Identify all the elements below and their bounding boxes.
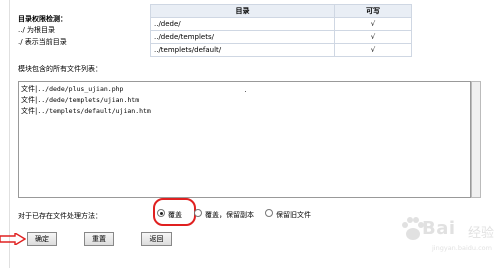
back-button[interactable]: 返回 xyxy=(141,232,172,246)
writable-status: √ xyxy=(334,30,412,44)
directory-permission-table: 目录 可写 ../dede/ √ ../dede/templets/ √ ../… xyxy=(150,4,412,57)
watermark-brand-suffix: 经验 xyxy=(468,226,495,241)
baidu-jingyan-watermark: Bai 经验 jingyan.baidu.com xyxy=(398,210,500,260)
column-header-writable: 可写 xyxy=(334,4,412,18)
permission-check-title: 目录权限检测： xyxy=(18,15,67,23)
table-header-row: 目录 可写 xyxy=(150,4,412,18)
directory-path: ../templets/default/ xyxy=(150,43,335,57)
option-overwrite-label: 覆盖 xyxy=(168,211,182,219)
table-row: ../templets/default/ √ xyxy=(150,43,412,57)
watermark-brand: Bai xyxy=(422,218,456,239)
file-list-textarea[interactable]: 文件|../dede/plus_ujian.php 文件|../dede/tem… xyxy=(18,81,471,198)
file-prefix: 文件| xyxy=(21,107,38,115)
option-keep-old-label: 保留旧文件 xyxy=(276,211,311,219)
writable-status: √ xyxy=(334,43,412,57)
list-item: 文件|../dede/templets/ujian.htm xyxy=(21,95,468,106)
writable-status: √ xyxy=(334,17,412,31)
table-row: ../dede/ √ xyxy=(150,17,412,31)
file-prefix: 文件| xyxy=(21,85,38,93)
column-header-directory: 目录 xyxy=(150,4,335,18)
directory-path: ../dede/ xyxy=(150,17,335,31)
current-dir-note: ./ 表示当前目录 xyxy=(18,38,67,46)
reset-button[interactable]: 重置 xyxy=(84,232,114,246)
file-list-scrollbar[interactable] xyxy=(471,81,481,198)
table-row: ../dede/templets/ √ xyxy=(150,30,412,44)
radio-keep-old[interactable] xyxy=(265,209,273,217)
file-prefix: 文件| xyxy=(21,96,38,104)
list-item: 文件|../dede/plus_ujian.php xyxy=(21,84,468,95)
confirm-button[interactable]: 确定 xyxy=(27,232,57,246)
radio-overwrite[interactable] xyxy=(157,209,165,217)
file-path: ../dede/plus_ujian.php xyxy=(37,85,124,93)
file-list-label: 模块包含的所有文件列表： xyxy=(18,65,102,73)
module-install-panel: 目录权限检测： ../ 为根目录 ./ 表示当前目录 目录 可写 ../dede… xyxy=(9,0,497,268)
directory-path: ../dede/templets/ xyxy=(150,30,335,44)
red-arrow-icon xyxy=(0,233,26,245)
watermark-url: jingyan.baidu.com xyxy=(432,244,492,252)
root-dir-note: ../ 为根目录 xyxy=(18,26,56,34)
file-path: ../templets/default/ujian.htm xyxy=(37,107,151,115)
left-rail xyxy=(0,0,9,268)
radio-overwrite-keep-copy[interactable] xyxy=(194,209,202,217)
stray-dot xyxy=(245,91,246,92)
list-item: 文件|../templets/default/ujian.htm xyxy=(21,106,468,117)
option-overwrite-keep-copy-label: 覆盖，保留副本 xyxy=(205,211,254,219)
file-path: ../dede/templets/ujian.htm xyxy=(37,96,140,104)
overwrite-method-label: 对于已存在文件处理方法： xyxy=(18,212,102,220)
